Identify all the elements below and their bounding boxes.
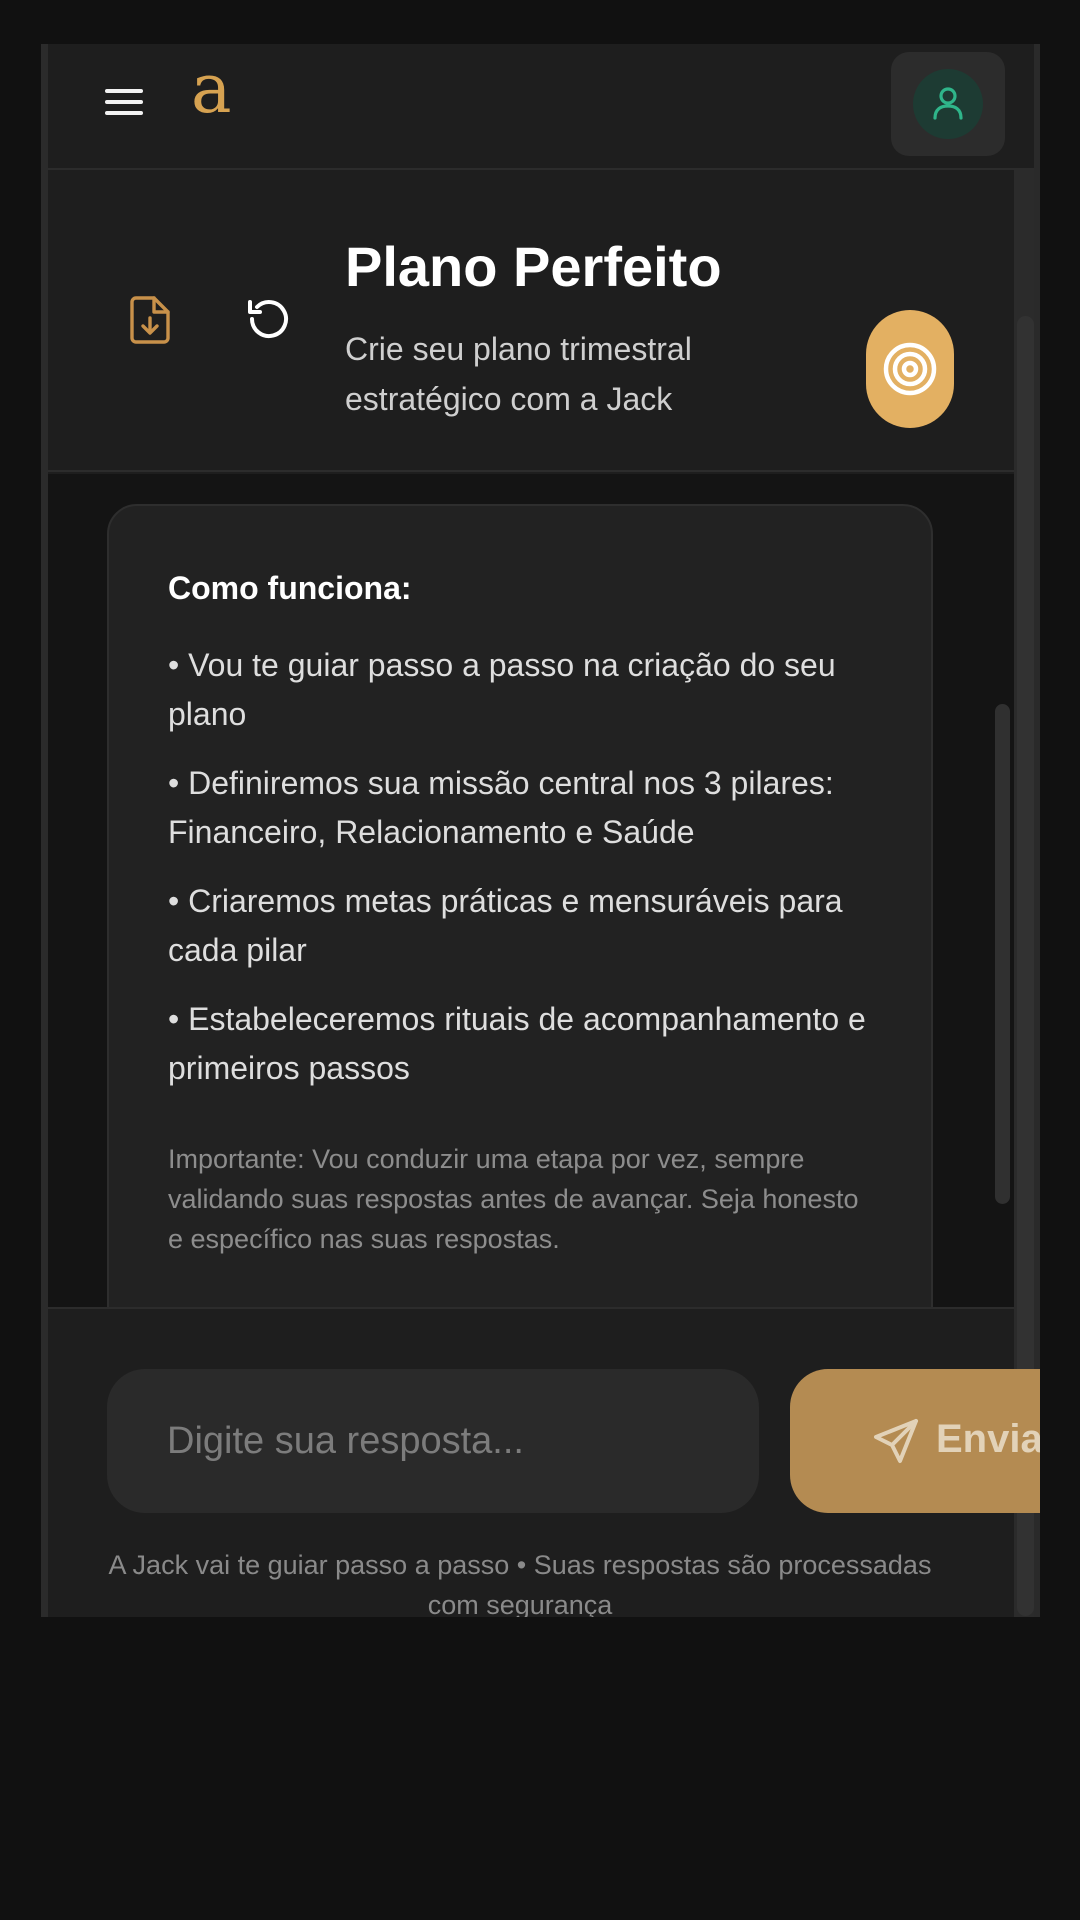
instructions-card: Como funciona: • Vou te guiar passo a pa… [107,504,933,1307]
card-heading: Como funciona: [168,570,412,606]
page-subtitle: Crie seu plano trimestral estratégico co… [345,331,692,417]
chat-area: Como funciona: • Vou te guiar passo a pa… [48,474,1014,1307]
send-button[interactable]: Enviar [790,1369,1040,1513]
plan-header: Plano Perfeito Crie seu plano trimestral… [48,172,1014,472]
target-icon [883,342,937,396]
plan-badge [866,310,954,428]
important-note: Importante: Vou conduzir uma etapa por v… [168,1144,859,1254]
answer-input[interactable] [107,1369,759,1513]
file-download-icon [130,296,170,344]
rotate-ccw-icon [248,300,288,339]
list-item: • Vou te guiar passo a passo na criação … [168,647,836,732]
footer-note: A Jack vai te guiar passo a passo • Suas… [108,1550,932,1617]
list-item: • Definiremos sua missão central nos 3 p… [168,765,834,850]
top-bar: a [48,44,1034,170]
list-item: • Estabeleceremos rituais de acompanhame… [168,1001,866,1086]
user-icon [933,87,963,120]
reset-button[interactable] [244,294,294,344]
list-item: • Criaremos metas práticas e mensuráveis… [168,883,843,968]
composer: Enviar A Jack vai te guiar passo a passo… [48,1307,1040,1617]
avatar [913,69,983,139]
app-logo[interactable]: a [191,56,232,124]
chat-scrollbar-thumb[interactable] [995,704,1010,1204]
app-window: a Plano Perfeito Crie seu plano trimestr… [41,44,1040,1617]
hamburger-menu-icon[interactable] [102,86,146,126]
user-menu-button[interactable] [891,52,1005,156]
send-icon [874,1419,918,1463]
page-title: Plano Perfeito [345,235,722,298]
download-button[interactable] [126,294,174,346]
window-edge-left [41,44,48,1617]
send-button-label: Enviar [936,1417,1040,1461]
